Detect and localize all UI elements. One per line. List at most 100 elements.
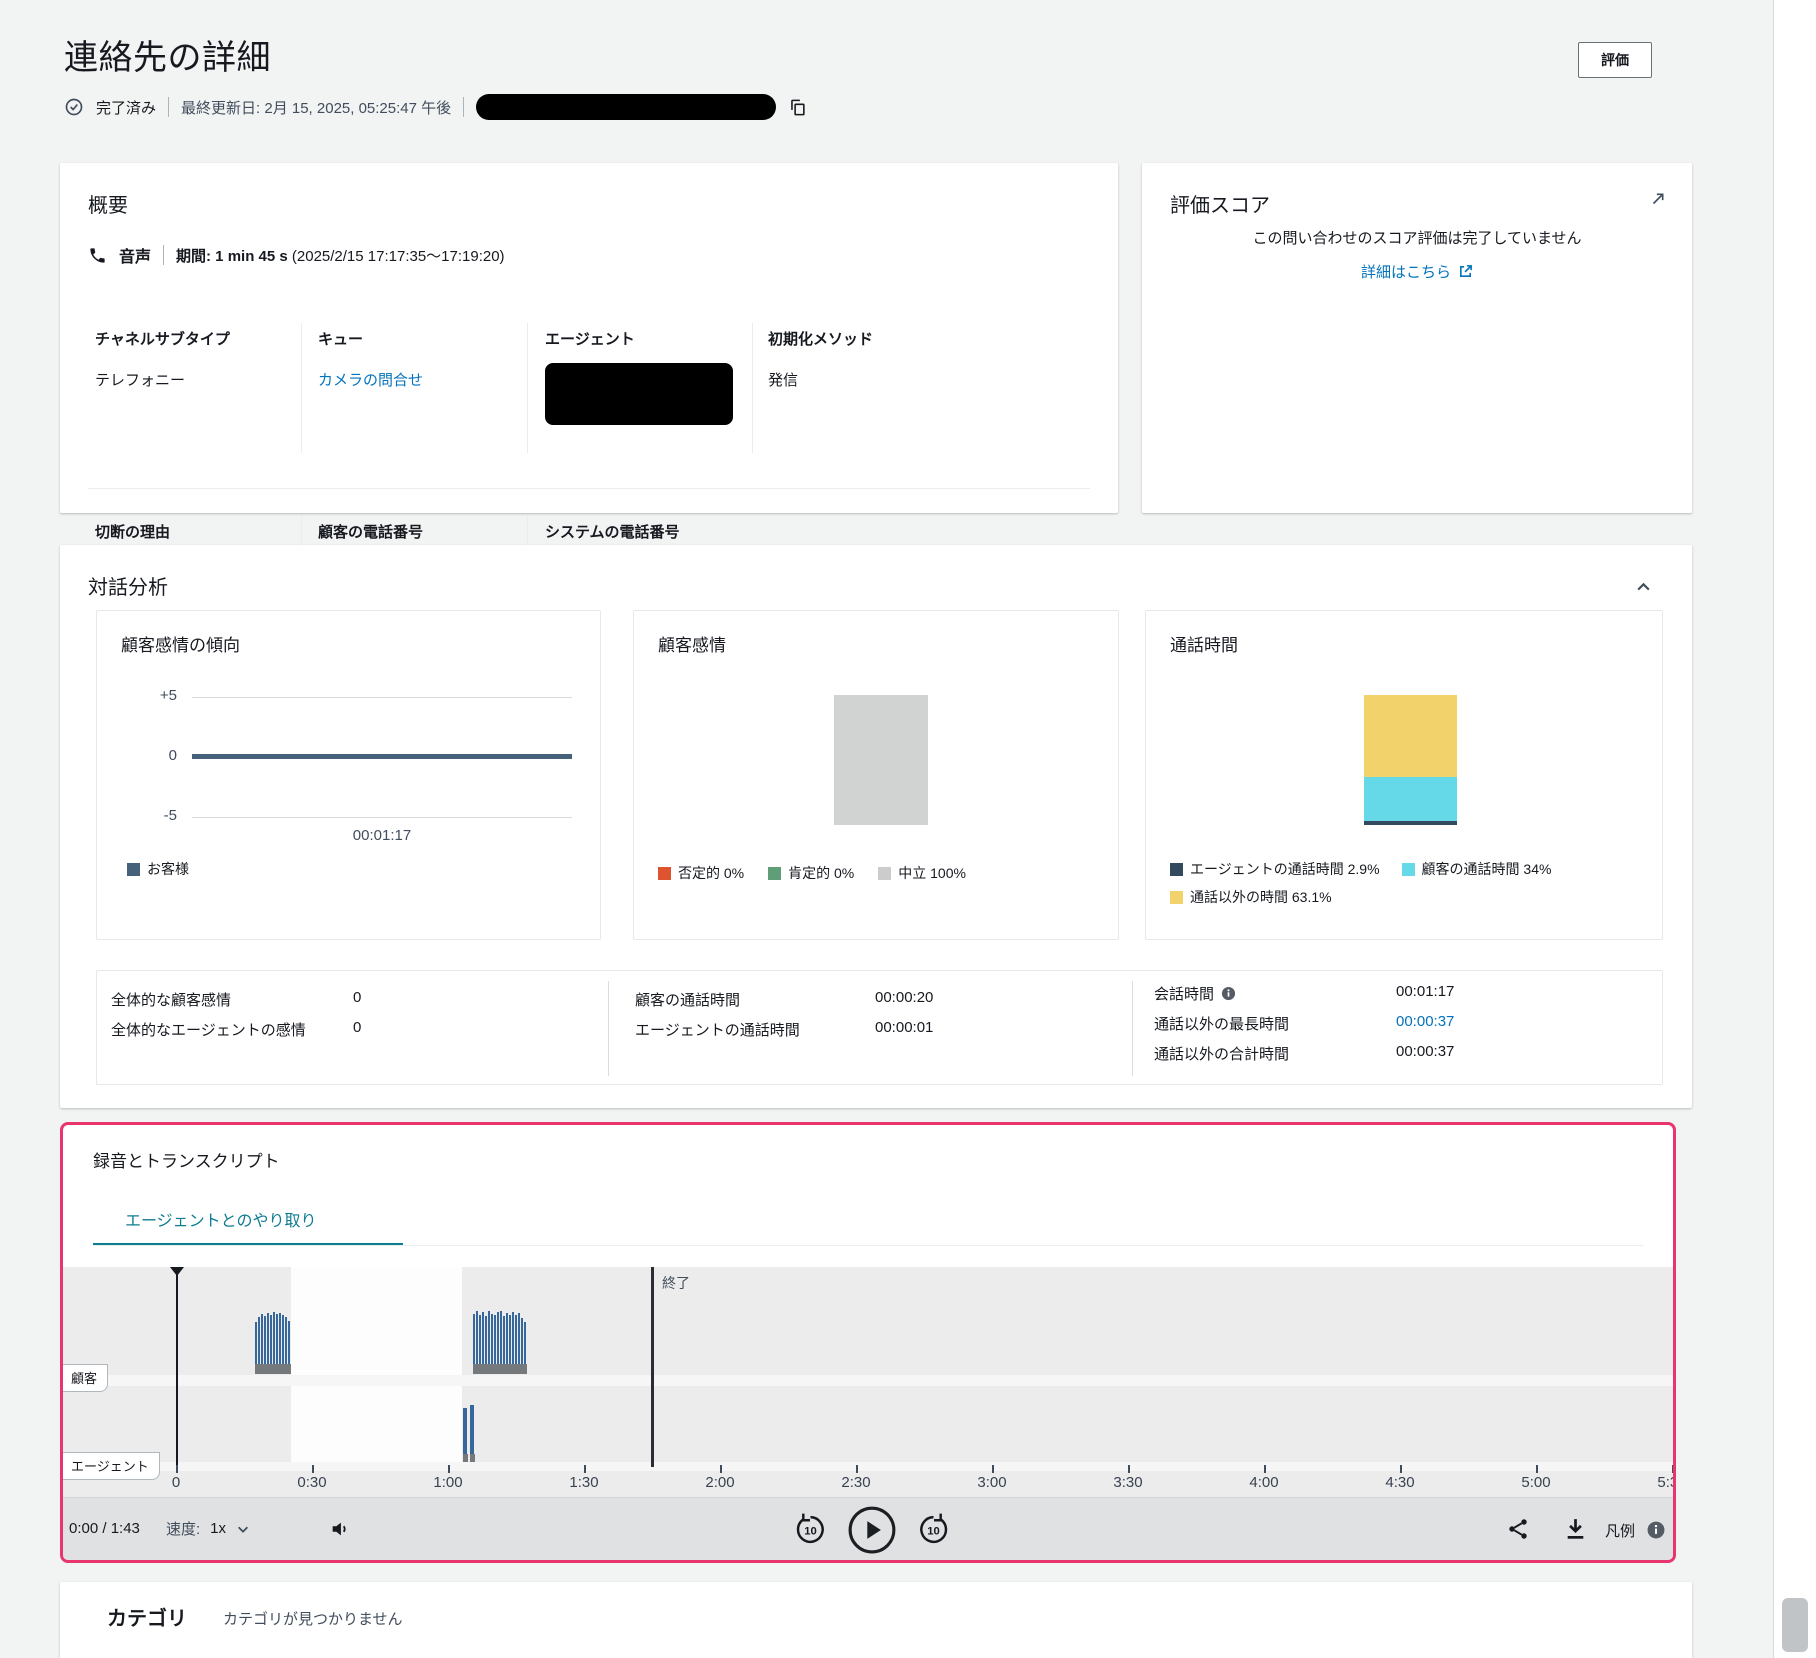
talk-segment bbox=[470, 1454, 475, 1462]
tick-label: 2:00 bbox=[705, 1474, 734, 1491]
customer-sentiment-chart: 顧客感情 否定的 0% 肯定的 0% 中立 100% bbox=[633, 610, 1119, 940]
category-empty-message: カテゴリが見つかりません bbox=[223, 1608, 403, 1629]
chart-title: 顧客感情 bbox=[658, 631, 726, 656]
divider bbox=[1132, 981, 1133, 1076]
talk-time-chart: 通話時間 エージェントの通話時間 2.9% 顧客の通話時間 34% 通話以外の時… bbox=[1145, 610, 1663, 940]
playhead-line[interactable] bbox=[176, 1267, 178, 1467]
tick-mark bbox=[312, 1465, 314, 1473]
details-link[interactable]: 詳細はこちら bbox=[1361, 261, 1451, 282]
chevron-down-icon bbox=[236, 1522, 250, 1536]
tick-mark bbox=[992, 1465, 994, 1473]
tick-label: 4:30 bbox=[1385, 1474, 1414, 1491]
scrollbar-thumb[interactable] bbox=[1782, 1598, 1808, 1652]
waveform-bar bbox=[267, 1313, 269, 1364]
divider bbox=[608, 981, 609, 1076]
duration-label: 期間: 1 min 45 s bbox=[176, 248, 288, 265]
tick-label: 0 bbox=[172, 1474, 180, 1491]
tick-mark bbox=[720, 1465, 722, 1473]
legend-swatch bbox=[1170, 891, 1183, 904]
waveform-bar bbox=[494, 1315, 496, 1364]
sentiment-legend: 否定的 0% 肯定的 0% 中立 100% bbox=[658, 863, 966, 883]
waveform-bar bbox=[518, 1313, 520, 1364]
stat-label: エージェントの通話時間 bbox=[635, 1019, 800, 1040]
expand-icon[interactable] bbox=[1646, 191, 1666, 211]
overview-card: 概要 音声 期間: 1 min 45 s (2025/2/15 17:17:35… bbox=[60, 163, 1118, 513]
status-row: 完了済み 最終更新日: 2月 15, 2025, 05:25:47 午後 bbox=[64, 94, 807, 120]
divider bbox=[463, 97, 464, 117]
tab-agent-interaction[interactable]: エージェントとのやり取り bbox=[125, 1207, 317, 1231]
tick-label: 1:30 bbox=[569, 1474, 598, 1491]
duration-range: (2025/2/15 17:17:35～17:19:20) bbox=[292, 248, 505, 265]
legend-customer: お客様 bbox=[127, 859, 189, 879]
tick-label: 3:00 bbox=[977, 1474, 1006, 1491]
scrollbar-track bbox=[1773, 0, 1816, 1658]
waveform-bar bbox=[500, 1311, 502, 1364]
last-updated: 最終更新日: 2月 15, 2025, 05:25:47 午後 bbox=[181, 97, 451, 118]
tick-label: 5:30 bbox=[1657, 1474, 1673, 1491]
channel-label: 音声 bbox=[119, 243, 151, 267]
tick-mark bbox=[448, 1465, 450, 1473]
analysis-title: 対話分析 bbox=[88, 571, 168, 600]
sentiment-zero-line bbox=[192, 754, 572, 759]
field-queue: キュー カメラの問合せ bbox=[318, 328, 423, 390]
agent-talk-segments bbox=[63, 1454, 1673, 1462]
download-icon[interactable] bbox=[1563, 1516, 1588, 1541]
waveform-bar bbox=[503, 1316, 505, 1364]
waveform-bar bbox=[485, 1316, 487, 1364]
stat-value: 00:00:20 bbox=[875, 989, 933, 1006]
stat-label: 全体的な顧客感情 bbox=[111, 989, 231, 1010]
tick-mark bbox=[856, 1465, 858, 1473]
tick-label: 5:00 bbox=[1521, 1474, 1550, 1491]
stat-value: 0 bbox=[353, 989, 361, 1006]
waveform-bar bbox=[509, 1315, 511, 1364]
audio-timeline[interactable]: 終了 顧客 エージェント 00:301:001:302:002:303:003:… bbox=[63, 1267, 1673, 1497]
stat-value: 00:00:01 bbox=[875, 1019, 933, 1036]
forward-10-button[interactable]: 10 bbox=[915, 1511, 952, 1548]
talk-segment bbox=[473, 1364, 527, 1374]
legend-swatch bbox=[127, 863, 140, 876]
legend-swatch bbox=[878, 867, 891, 880]
share-icon[interactable] bbox=[1506, 1517, 1530, 1541]
stat-label: 顧客の通話時間 bbox=[635, 989, 740, 1010]
stat-label: 通話以外の最長時間 bbox=[1154, 1013, 1289, 1034]
chevron-up-icon[interactable] bbox=[1635, 579, 1652, 596]
page-title: 連絡先の詳細 bbox=[64, 30, 271, 79]
chart-title: 通話時間 bbox=[1170, 631, 1238, 656]
waveform-bar bbox=[473, 1314, 475, 1364]
x-tick: 00:01:17 bbox=[192, 827, 572, 844]
stat-label: 全体的なエージェントの感情 bbox=[111, 1019, 306, 1040]
play-button[interactable] bbox=[847, 1505, 897, 1555]
evaluation-link-row: 詳細はこちら bbox=[1142, 261, 1692, 282]
evaluate-button[interactable]: 評価 bbox=[1578, 42, 1652, 78]
recording-transcript-section: 録音とトランスクリプト エージェントとのやり取り 終了 顧客 エージェント 00… bbox=[60, 1122, 1676, 1563]
category-card: カテゴリ カテゴリが見つかりません bbox=[60, 1582, 1692, 1658]
waveform-bar bbox=[288, 1321, 290, 1364]
copy-icon[interactable] bbox=[788, 98, 807, 117]
track-label-agent: エージェント bbox=[63, 1452, 160, 1480]
end-marker-line bbox=[651, 1267, 654, 1467]
tick-mark bbox=[1672, 1465, 1673, 1473]
stat-label: 会話時間 bbox=[1154, 983, 1236, 1004]
queue-link[interactable]: カメラの問合せ bbox=[318, 369, 423, 390]
volume-button[interactable] bbox=[329, 1518, 351, 1540]
tick-mark bbox=[1536, 1465, 1538, 1473]
waveform-bar bbox=[273, 1312, 275, 1364]
waveform-bar bbox=[255, 1322, 257, 1364]
longest-non-talk-link[interactable]: 00:00:37 bbox=[1396, 1013, 1454, 1030]
tick-mark bbox=[584, 1465, 586, 1473]
y-tick: +5 bbox=[137, 687, 177, 704]
legend-info-icon[interactable] bbox=[1647, 1521, 1665, 1539]
neutral-sentiment-bar bbox=[834, 695, 928, 825]
waveform-bar bbox=[512, 1312, 514, 1364]
evaluation-title: 評価スコア bbox=[1170, 189, 1270, 218]
phone-icon bbox=[88, 246, 107, 265]
check-circle-icon bbox=[64, 97, 84, 117]
analysis-stats-box: 全体的な顧客感情 0 全体的なエージェントの感情 0 顧客の通話時間 00:00… bbox=[96, 970, 1663, 1085]
analysis-card: 対話分析 顧客感情の傾向 +5 0 -5 00:01:17 お客様 顧客感情 否… bbox=[60, 545, 1692, 1108]
speed-dropdown[interactable]: 速度: 1x bbox=[166, 1518, 250, 1539]
external-link-icon bbox=[1458, 264, 1473, 279]
waveform-bar bbox=[285, 1317, 287, 1364]
info-icon[interactable] bbox=[1221, 986, 1236, 1001]
waveform-bar bbox=[258, 1317, 260, 1364]
rewind-10-button[interactable]: 10 bbox=[792, 1511, 829, 1548]
